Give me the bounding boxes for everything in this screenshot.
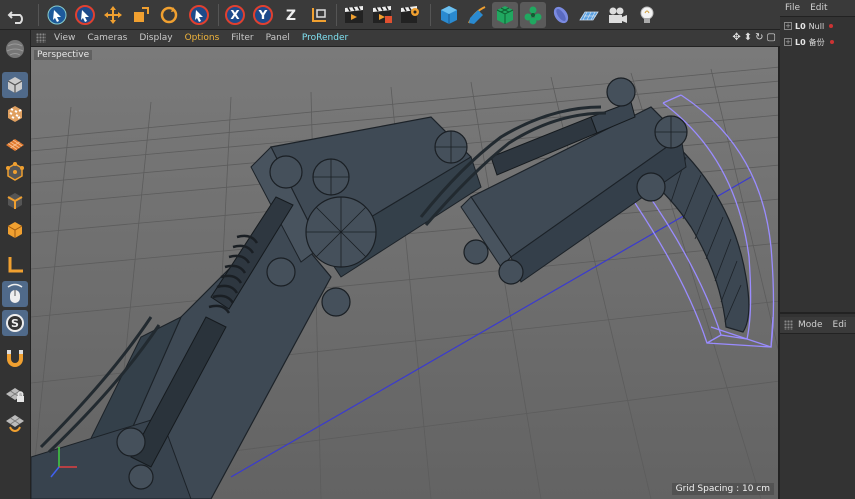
menu-panel[interactable]: Panel (260, 33, 296, 43)
subdivision-icon[interactable] (492, 2, 518, 28)
object-row-null[interactable]: + L0 Null (784, 20, 834, 32)
layer-label: L0 (795, 21, 806, 31)
x-axis-icon[interactable]: X (222, 2, 248, 28)
drag-handle[interactable] (784, 320, 793, 330)
viewport-menubar: View Cameras Display Options Filter Pane… (31, 30, 780, 47)
panel-divider[interactable] (780, 312, 855, 314)
z-axis-icon[interactable]: Z (278, 2, 304, 28)
deformer-icon[interactable] (548, 2, 574, 28)
menu-edit-attr[interactable]: Edi (828, 320, 852, 330)
render-settings-icon[interactable] (397, 2, 423, 28)
polygons-mode-icon[interactable] (2, 217, 28, 243)
menu-display[interactable]: Display (133, 33, 178, 43)
object-manager-menubar: File Edit (780, 0, 855, 17)
menu-edit[interactable]: Edit (805, 3, 832, 13)
texture-mode-icon[interactable] (2, 101, 28, 127)
light-icon[interactable] (634, 2, 660, 28)
drag-handle[interactable] (36, 33, 46, 43)
coordinate-system-icon[interactable] (306, 2, 332, 28)
menu-filter[interactable]: Filter (225, 33, 259, 43)
main-toolbar: X Y Z (0, 0, 780, 30)
camera-icon[interactable] (604, 2, 630, 28)
menu-file[interactable]: File (780, 3, 805, 13)
live-selection-icon[interactable] (72, 2, 98, 28)
axis-mode-icon[interactable] (2, 252, 28, 278)
x-axis-label: X (230, 8, 240, 22)
render-picture-viewer-icon[interactable] (369, 2, 395, 28)
attribute-manager-menubar: Mode Edi (780, 317, 855, 334)
grid-spacing-readout: Grid Spacing : 10 cm (671, 483, 774, 495)
menu-view[interactable]: View (48, 33, 81, 43)
camera-label: Perspective (34, 50, 93, 60)
menu-cameras[interactable]: Cameras (81, 33, 133, 43)
perspective-viewport[interactable]: Perspective Grid Spacing : 10 cm (31, 47, 780, 499)
sphere-icon[interactable] (2, 36, 28, 62)
menu-prorender[interactable]: ProRender (296, 33, 354, 43)
lock-workplane-icon[interactable] (2, 381, 28, 407)
snap-icon[interactable]: S (2, 310, 28, 336)
menu-mode[interactable]: Mode (793, 320, 828, 330)
y-axis-icon[interactable]: Y (250, 2, 276, 28)
scale-icon[interactable] (128, 2, 154, 28)
left-toolbar: S (0, 30, 31, 499)
workplane-icon[interactable] (2, 130, 28, 156)
pen-icon[interactable] (464, 2, 490, 28)
expand-icon[interactable]: + (784, 22, 792, 30)
orbit-icon[interactable]: ↻ (755, 33, 763, 43)
object-name: Null (808, 21, 825, 31)
menu-options[interactable]: Options (179, 33, 226, 43)
zoom-icon[interactable]: ⬍ (744, 33, 752, 43)
render-view-icon[interactable] (341, 2, 367, 28)
cube-icon[interactable] (436, 2, 462, 28)
y-axis-label: Y (258, 8, 268, 22)
search-icon[interactable] (44, 2, 70, 28)
last-tool-icon[interactable] (186, 2, 212, 28)
object-name: 备份 (808, 37, 825, 47)
magnet-icon[interactable] (2, 345, 28, 371)
tweak-mode-icon[interactable] (2, 281, 28, 307)
maximize-icon[interactable]: ▢ (767, 33, 776, 43)
object-row-backup[interactable]: + L0 备份 (784, 36, 834, 48)
svg-text:S: S (11, 317, 19, 330)
undo-icon[interactable] (4, 2, 30, 28)
floor-icon[interactable] (576, 2, 602, 28)
edges-mode-icon[interactable] (2, 188, 28, 214)
pan-icon[interactable]: ✥ (732, 33, 740, 43)
visibility-dot-icon[interactable] (829, 24, 834, 28)
viewport-nav-icons: ✥ ⬍ ↻ ▢ (732, 33, 776, 43)
layer-label: L0 (795, 37, 806, 47)
z-axis-label: Z (286, 8, 296, 24)
array-icon[interactable] (520, 2, 546, 28)
right-panel: File Edit + L0 Null + L0 备份 Mode Edi (780, 0, 855, 499)
points-mode-icon[interactable] (2, 159, 28, 185)
planar-workplane-icon[interactable] (2, 410, 28, 436)
3d-scene[interactable] (31, 47, 780, 499)
expand-icon[interactable]: + (784, 38, 792, 46)
visibility-dot-icon[interactable] (829, 40, 834, 44)
move-icon[interactable] (100, 2, 126, 28)
model-mode-icon[interactable] (2, 72, 28, 98)
rotate-icon[interactable] (156, 2, 182, 28)
